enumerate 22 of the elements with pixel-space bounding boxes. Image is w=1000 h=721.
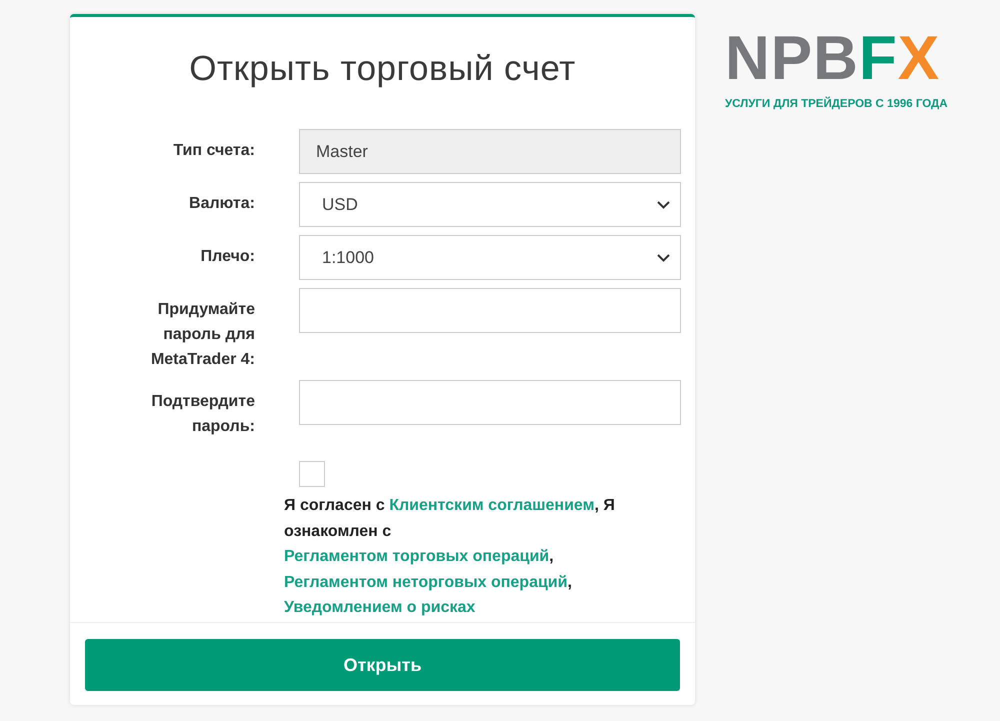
form-title: Открыть торговый счет — [188, 49, 577, 89]
logo-tagline: УСЛУГИ ДЛЯ ТРЕЙДЕРОВ С 1996 ГОДА — [725, 98, 948, 110]
chevron-down-icon — [657, 254, 670, 262]
logo-wordmark: NPBFX — [725, 28, 942, 90]
document-link[interactable]: Регламентом торговых операций — [284, 548, 550, 565]
open-account-button[interactable]: Открыть — [85, 639, 680, 691]
password-field[interactable] — [299, 380, 681, 425]
password-field[interactable] — [299, 288, 681, 333]
agreement-text: Я согласен с Клиентским соглашением, Я ознакомлен с Регламентом торговых операций, Регламентом неторговых операций, Уведомлением о рисках — [284, 496, 616, 618]
document-link[interactable]: Клиентским соглашением — [389, 497, 594, 514]
dropdown[interactable]: 1:1000 — [299, 235, 681, 280]
document-link[interactable]: Уведомлением о рисках — [284, 599, 476, 616]
chevron-down-icon — [657, 200, 670, 208]
field-label: Подтвердите пароль: — [150, 392, 255, 437]
dropdown[interactable]: USD — [299, 182, 681, 227]
account-type-field: Master — [299, 129, 681, 174]
agreement-checkbox[interactable] — [299, 461, 325, 487]
field-label: Валюта: — [188, 194, 255, 214]
field-label: Придумайте пароль для MetaTrader 4: — [150, 300, 255, 370]
field-label: Тип счета: — [172, 141, 255, 161]
field-label: Плечо: — [200, 247, 255, 267]
document-link[interactable]: Регламентом неторговых операций — [284, 574, 568, 590]
